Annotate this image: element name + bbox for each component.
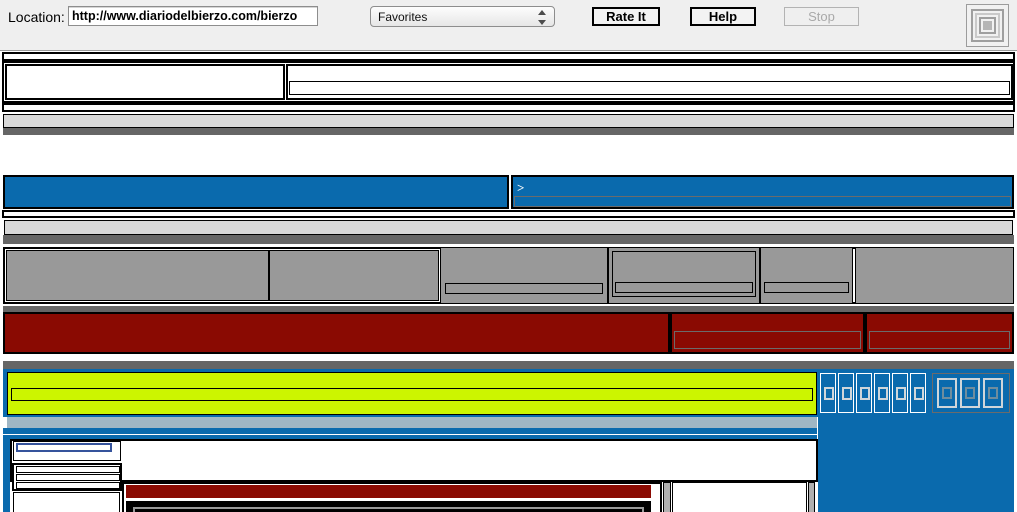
- sidebar-list[interactable]: [12, 463, 122, 491]
- rail-square-icon[interactable]: [910, 373, 926, 413]
- nav-marker-glyph: >: [517, 180, 525, 195]
- sidebar-featured-inner[interactable]: [16, 443, 112, 452]
- sidebar-list-row[interactable]: [16, 466, 120, 473]
- rail-icon-group[interactable]: [932, 373, 1010, 413]
- rail-square-icon[interactable]: [838, 373, 854, 413]
- utility-divider: [3, 128, 1014, 135]
- nav-underline: [2, 210, 1015, 218]
- rail-square-icon[interactable]: [874, 373, 890, 413]
- rail-square-icon[interactable]: [892, 373, 908, 413]
- primary-nav-left[interactable]: [3, 175, 509, 209]
- sidebar-list-row[interactable]: [16, 474, 120, 481]
- concentric-squares-logo-icon[interactable]: [966, 4, 1009, 47]
- subnav-band[interactable]: [7, 417, 817, 428]
- breadcrumb-bar[interactable]: [4, 220, 1013, 235]
- favorites-dropdown[interactable]: Favorites: [370, 6, 555, 27]
- masthead-logo-block[interactable]: [5, 64, 285, 100]
- page-outer-frame: [2, 52, 1015, 61]
- article-media-block[interactable]: [126, 501, 651, 512]
- rail-group-square-icon[interactable]: [983, 378, 1003, 408]
- aside-panel[interactable]: [672, 482, 807, 512]
- secondary-nav-card-3[interactable]: [760, 247, 853, 304]
- help-button[interactable]: Help: [690, 7, 756, 26]
- article-media-inner[interactable]: [133, 507, 644, 512]
- rail-group-square-icon[interactable]: [960, 378, 980, 408]
- sidebar-list-row[interactable]: [16, 482, 120, 489]
- section-gap: [0, 354, 1017, 361]
- secondary-nav-card-3-field[interactable]: [764, 282, 849, 293]
- url-input[interactable]: http://www.diariodelbierzo.com/bierzo: [68, 6, 318, 26]
- section-header-col-2-field[interactable]: [674, 331, 861, 349]
- stop-button[interactable]: Stop: [784, 7, 859, 26]
- content-top-panel[interactable]: [10, 439, 818, 482]
- primary-nav-subfield[interactable]: [514, 196, 1011, 207]
- secondary-nav-card-1-field[interactable]: [445, 283, 603, 294]
- sidebar-panel[interactable]: [13, 492, 120, 512]
- secondary-nav-card-2-field[interactable]: [615, 282, 753, 293]
- rail-square-icon[interactable]: [856, 373, 872, 413]
- section-header-col-3-field[interactable]: [869, 331, 1010, 349]
- rate-it-button[interactable]: Rate It: [592, 7, 660, 26]
- highlight-strip-field[interactable]: [11, 388, 813, 401]
- secondary-nav-card-1[interactable]: [440, 247, 608, 304]
- rail-group-square-icon[interactable]: [937, 378, 957, 408]
- article-scrollbar[interactable]: [663, 482, 671, 512]
- page-viewport[interactable]: >: [0, 51, 1017, 512]
- location-label: Location:: [8, 9, 65, 25]
- browser-window: Location: http://www.diariodelbierzo.com…: [0, 0, 1017, 512]
- secondary-nav-item-2[interactable]: [269, 250, 439, 301]
- utility-bar[interactable]: [3, 114, 1014, 128]
- highlight-divider-top: [3, 361, 1014, 369]
- section-header-main[interactable]: [3, 312, 670, 354]
- stepper-arrows-icon: [538, 10, 548, 25]
- content-rail-left: [3, 439, 10, 512]
- secondary-nav-item-1[interactable]: [6, 250, 269, 301]
- subnav-band-2[interactable]: [3, 428, 817, 434]
- right-rail-column[interactable]: [818, 417, 1014, 512]
- favorites-dropdown-label: Favorites: [378, 10, 428, 24]
- secondary-nav-card-4[interactable]: [855, 247, 1014, 304]
- aside-scrollbar[interactable]: [808, 482, 815, 512]
- article-headline-bar[interactable]: [126, 485, 651, 498]
- browser-toolbar: Location: http://www.diariodelbierzo.com…: [0, 0, 1017, 51]
- rail-square-icon[interactable]: [820, 373, 836, 413]
- masthead-search-field[interactable]: [289, 81, 1010, 95]
- breadcrumb-divider: [3, 235, 1014, 244]
- masthead-underline: [2, 103, 1015, 112]
